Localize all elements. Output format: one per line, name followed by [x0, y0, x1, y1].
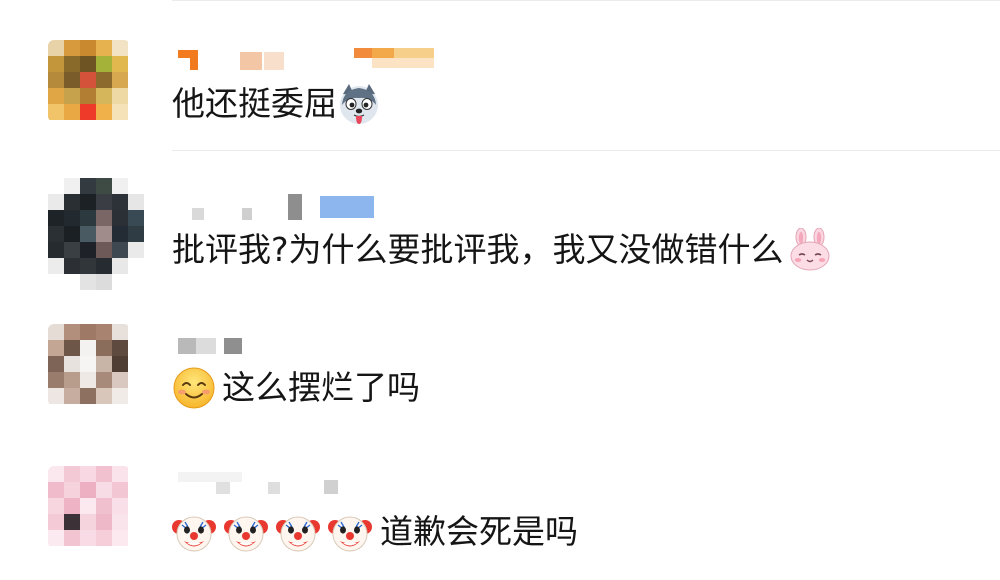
divider — [172, 150, 1000, 151]
avatar-pixelated[interactable] — [48, 178, 144, 290]
comment-text: 批评我?为什么要批评我，我又没做错什么 — [172, 228, 832, 272]
comment-text-content: 他还挺委屈 — [172, 84, 337, 123]
comment-text-content: 这么摆烂了吗 — [222, 368, 420, 407]
husky-dog-emoji-icon — [337, 82, 381, 126]
avatar-pixelated[interactable] — [48, 324, 130, 406]
comment-text: 道歉会死是吗 — [172, 510, 578, 554]
comment-text-content: 道歉会死是吗 — [380, 512, 578, 551]
avatar-pixelated[interactable] — [48, 40, 130, 122]
clown-face-emoji-icon — [328, 510, 372, 554]
avatar-pixelated[interactable] — [48, 466, 130, 548]
bunny-face-emoji-icon — [788, 228, 832, 272]
comment-text-content: 批评我?为什么要批评我，我又没做错什么 — [172, 230, 784, 269]
comment-text: 这么摆烂了吗 — [172, 366, 420, 410]
comment-text: 他还挺委屈 — [172, 82, 381, 126]
username-redacted[interactable] — [176, 338, 256, 360]
username-redacted[interactable] — [176, 194, 376, 220]
username-redacted[interactable] — [176, 48, 446, 70]
comment-3: 这么摆烂了吗 — [0, 302, 1000, 450]
smiling-face-emoji-icon — [172, 366, 216, 410]
comment-1: 他还挺委屈 — [0, 0, 1000, 150]
clown-face-emoji-icon — [224, 510, 268, 554]
clown-face-emoji-icon — [172, 510, 216, 554]
clown-face-emoji-icon — [276, 510, 320, 554]
divider — [172, 0, 1000, 1]
comment-4: 道歉会死是吗 — [0, 450, 1000, 580]
username-redacted[interactable] — [176, 472, 356, 494]
comment-2: 批评我?为什么要批评我，我又没做错什么 — [0, 150, 1000, 302]
